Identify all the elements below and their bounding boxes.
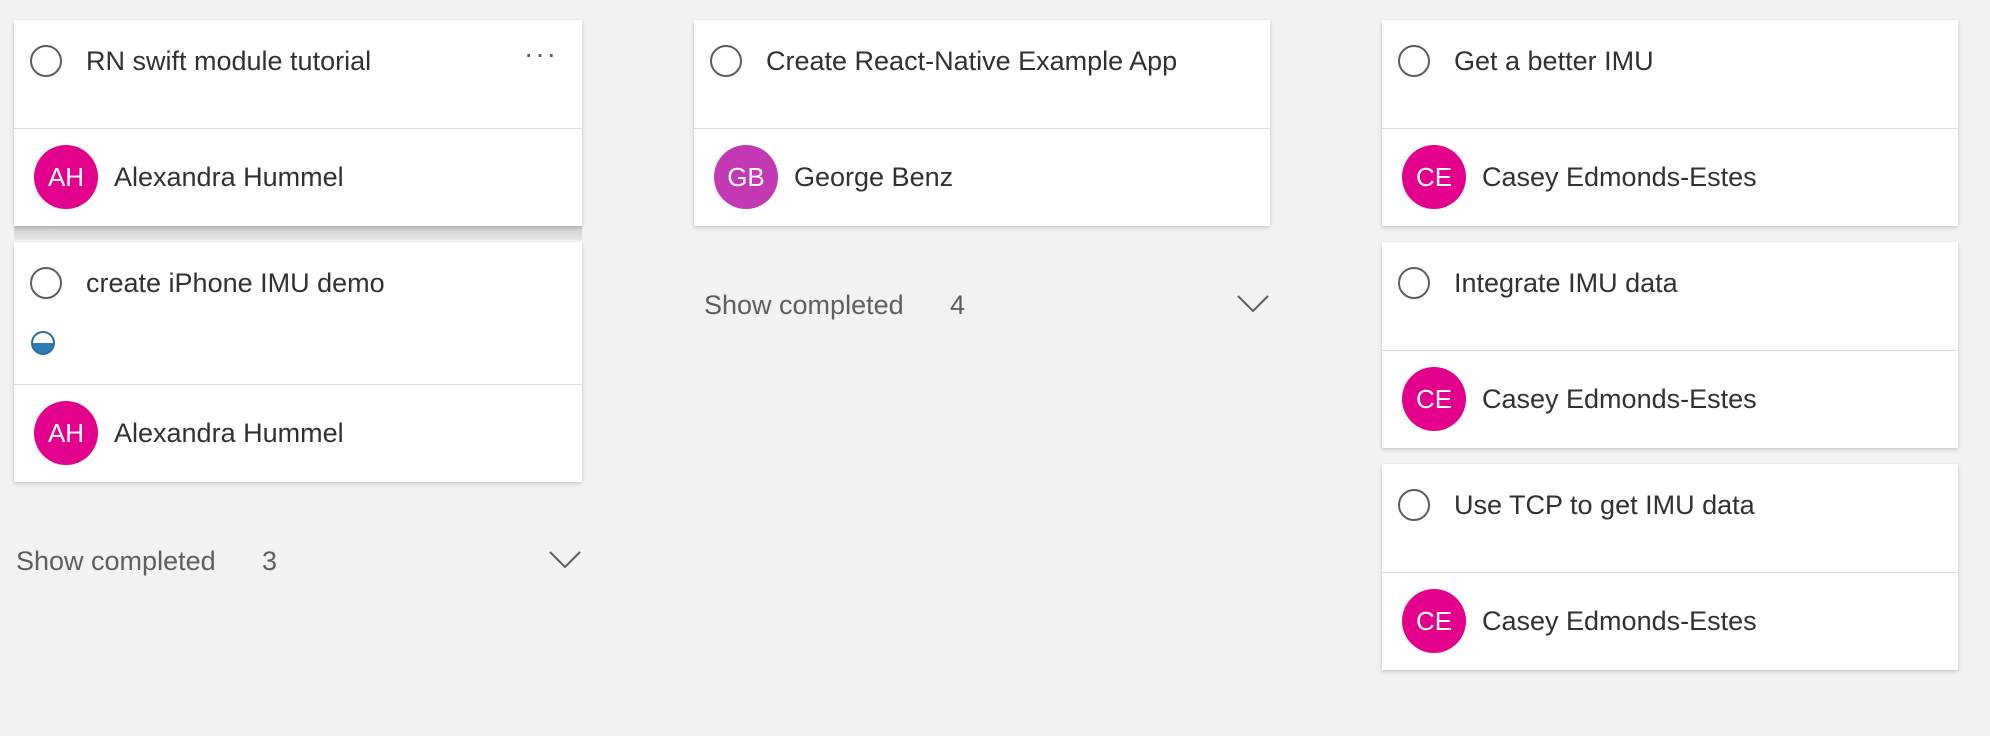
- avatar[interactable]: GB: [714, 145, 778, 209]
- task-card[interactable]: RN swift module tutorial ··· AH Alexandr…: [14, 20, 582, 226]
- complete-task-circle-icon[interactable]: [1398, 489, 1430, 521]
- completed-count: 4: [950, 290, 966, 320]
- bucket-column-1: RN swift module tutorial ··· AH Alexandr…: [14, 20, 582, 598]
- assignee-name: Casey Edmonds-Estes: [1482, 606, 1757, 636]
- avatar[interactable]: CE: [1402, 145, 1466, 209]
- half-filled-circle-icon[interactable]: [31, 331, 55, 355]
- assignee-name: George Benz: [794, 162, 954, 192]
- task-card[interactable]: Create React-Native Example App GB Georg…: [694, 20, 1270, 226]
- more-options-icon[interactable]: ···: [524, 38, 558, 70]
- task-title[interactable]: Get a better IMU: [1454, 42, 1654, 80]
- assignee-name: Casey Edmonds-Estes: [1482, 162, 1757, 192]
- show-completed-label: Show completed: [16, 546, 216, 576]
- bucket-column-3: Get a better IMU CE Casey Edmonds-Estes …: [1382, 20, 1958, 686]
- complete-task-circle-icon[interactable]: [1398, 267, 1430, 299]
- chevron-down-icon[interactable]: [548, 542, 582, 576]
- bucket-column-2: Create React-Native Example App GB Georg…: [694, 20, 1270, 342]
- complete-task-circle-icon[interactable]: [1398, 45, 1430, 77]
- task-title[interactable]: Create React-Native Example App: [766, 42, 1177, 80]
- task-title[interactable]: Use TCP to get IMU data: [1454, 486, 1755, 524]
- assignee-name: Alexandra Hummel: [114, 162, 344, 192]
- show-completed-toggle[interactable]: Show completed 4: [694, 272, 1270, 342]
- completed-count: 3: [262, 546, 278, 576]
- task-card[interactable]: Use TCP to get IMU data CE Casey Edmonds…: [1382, 464, 1958, 670]
- task-card[interactable]: create iPhone IMU demo AH Alexandra Humm…: [14, 242, 582, 482]
- assignee-name: Casey Edmonds-Estes: [1482, 384, 1757, 414]
- show-completed-toggle[interactable]: Show completed 3: [14, 528, 582, 598]
- avatar[interactable]: AH: [34, 401, 98, 465]
- assignee-name: Alexandra Hummel: [114, 418, 344, 448]
- avatar[interactable]: AH: [34, 145, 98, 209]
- avatar[interactable]: CE: [1402, 589, 1466, 653]
- task-title[interactable]: Integrate IMU data: [1454, 264, 1678, 302]
- complete-task-circle-icon[interactable]: [710, 45, 742, 77]
- avatar[interactable]: CE: [1402, 367, 1466, 431]
- task-title[interactable]: RN swift module tutorial: [86, 42, 371, 80]
- task-card[interactable]: Get a better IMU CE Casey Edmonds-Estes: [1382, 20, 1958, 226]
- card-divider: [14, 226, 582, 240]
- task-title[interactable]: create iPhone IMU demo: [86, 264, 385, 302]
- task-card[interactable]: Integrate IMU data CE Casey Edmonds-Este…: [1382, 242, 1958, 448]
- complete-task-circle-icon[interactable]: [30, 45, 62, 77]
- complete-task-circle-icon[interactable]: [30, 267, 62, 299]
- show-completed-label: Show completed: [704, 290, 904, 320]
- chevron-down-icon[interactable]: [1236, 286, 1270, 320]
